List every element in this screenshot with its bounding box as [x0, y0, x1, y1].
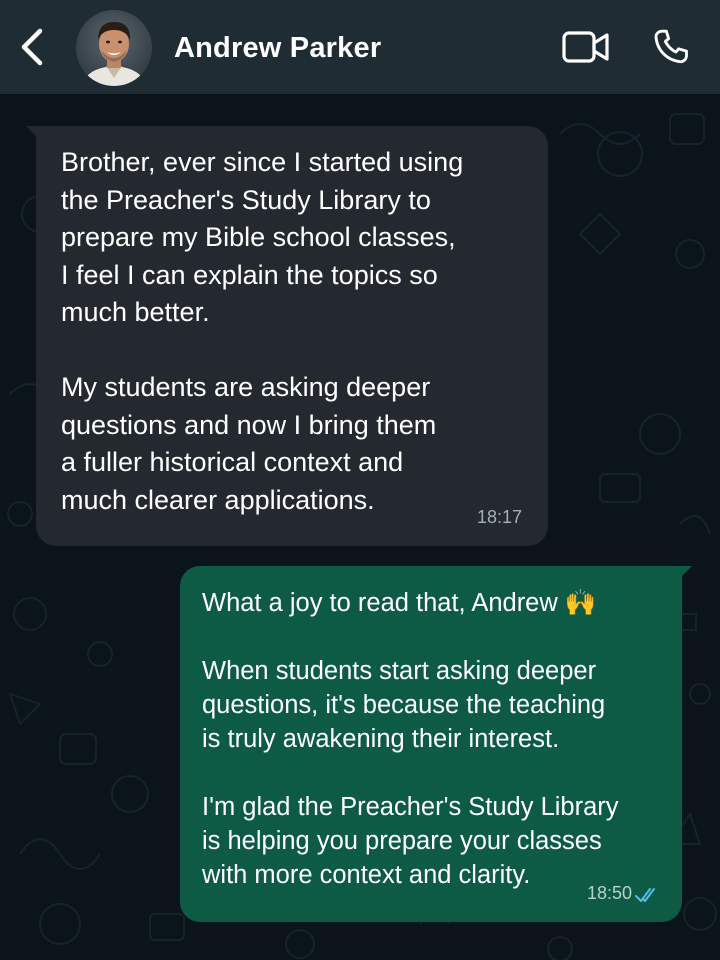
- chat-screen: Andrew Parker Brother, ever since I star…: [0, 0, 720, 960]
- chat-header: Andrew Parker: [0, 0, 720, 94]
- avatar-photo: [76, 10, 152, 86]
- video-call-button[interactable]: [560, 26, 612, 68]
- voice-call-button[interactable]: [648, 24, 694, 70]
- message-list[interactable]: Brother, ever since I started using the …: [0, 94, 720, 960]
- contact-name[interactable]: Andrew Parker: [174, 32, 381, 65]
- bubble-tail: [678, 566, 692, 580]
- message-text: What a joy to read that, Andrew 🙌 When s…: [202, 589, 619, 889]
- message-time: 18:50: [586, 883, 632, 903]
- incoming-message-bubble[interactable]: Brother, ever since I started using the …: [26, 126, 548, 546]
- chevron-left-icon: [21, 28, 43, 66]
- video-camera-icon: [562, 31, 609, 63]
- message-time: 18:17: [476, 507, 522, 527]
- outgoing-message-bubble[interactable]: What a joy to read that, Andrew 🙌 When s…: [180, 566, 692, 922]
- message-text: Brother, ever since I started using the …: [61, 147, 464, 515]
- avatar[interactable]: [76, 10, 152, 86]
- bubble-tail: [26, 126, 40, 140]
- back-button[interactable]: [14, 24, 50, 70]
- phone-icon: [654, 29, 688, 64]
- read-receipt-icon: [635, 888, 655, 902]
